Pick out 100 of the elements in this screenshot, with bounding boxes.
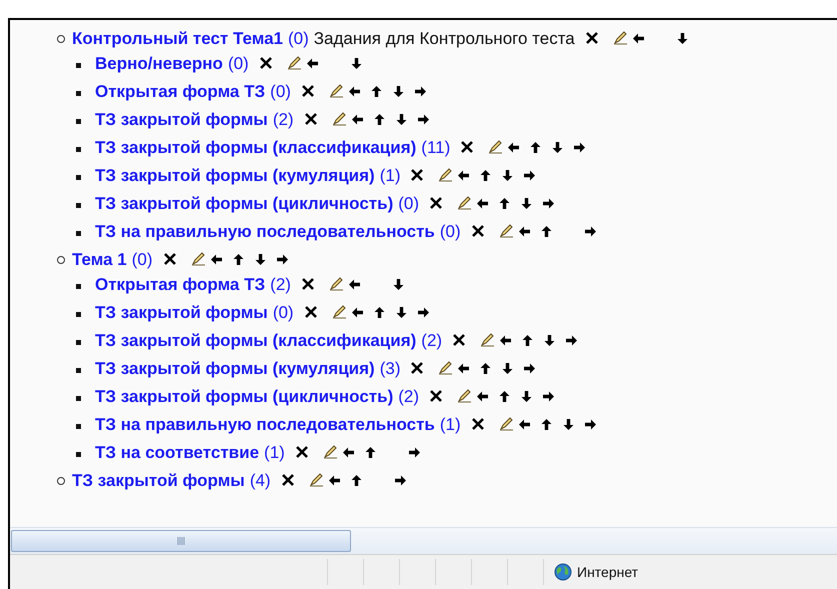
arrow-right-icon[interactable] [523,362,536,375]
cross-icon[interactable] [470,417,485,431]
topic-link[interactable]: ТЗ закрытой формы [95,303,268,322]
pencil-icon[interactable] [480,333,496,347]
pencil-icon[interactable] [612,31,628,45]
arrow-left-icon[interactable] [499,334,512,347]
arrow-left-icon[interactable] [350,306,364,319]
arrow-right-icon[interactable] [416,113,430,126]
topic-link[interactable]: ТЗ закрытой формы (цикличность) [95,194,394,213]
arrow-left-icon[interactable] [350,113,364,126]
topic-link[interactable]: Открытая форма ТЗ [95,82,266,101]
arrow-left-icon[interactable] [457,169,470,182]
topic-link[interactable]: ТЗ на правильную последовательность [95,415,435,434]
arrow-left-icon[interactable] [507,141,520,154]
arrow-left-icon[interactable] [457,362,470,375]
arrow-right-icon[interactable] [416,306,430,319]
cross-icon[interactable] [300,277,315,291]
arrow-down-icon[interactable] [501,169,514,182]
cross-icon[interactable] [584,31,599,45]
arrow-right-icon[interactable] [394,474,407,487]
arrow-left-icon[interactable] [348,278,361,291]
topic-link[interactable]: ТЗ закрытой формы (классификация) [95,331,416,350]
cross-icon[interactable] [429,196,444,210]
pencil-icon[interactable] [498,417,514,431]
arrow-left-icon[interactable] [476,390,490,403]
cross-icon[interactable] [470,224,485,238]
arrow-down-icon[interactable] [551,141,564,154]
topic-link[interactable]: ТЗ закрытой формы (классификация) [95,138,416,157]
cross-icon[interactable] [304,112,318,126]
pencil-icon[interactable] [328,277,344,291]
arrow-left-icon[interactable] [306,57,319,70]
arrow-right-icon[interactable] [276,253,289,266]
arrow-left-icon[interactable] [476,197,490,210]
cross-icon[interactable] [410,168,424,182]
arrow-left-icon[interactable] [518,418,531,431]
topic-link[interactable]: ТЗ закрытой формы [72,471,245,490]
arrow-right-icon[interactable] [584,225,597,238]
cross-icon[interactable] [452,333,466,347]
cross-icon[interactable] [410,361,424,375]
cross-icon[interactable] [304,305,318,319]
arrow-left-icon[interactable] [518,225,531,238]
arrow-up-icon[interactable] [540,225,553,238]
arrow-down-icon[interactable] [562,418,575,431]
arrow-right-icon[interactable] [542,390,556,403]
pencil-icon[interactable] [322,445,338,459]
cross-icon[interactable] [460,140,474,154]
arrow-left-icon[interactable] [348,85,361,98]
topic-link[interactable]: ТЗ закрытой формы (кумуляция) [95,359,375,378]
pencil-icon[interactable] [286,56,302,70]
cross-icon[interactable] [280,473,295,487]
topic-link[interactable]: ТЗ закрытой формы (кумуляция) [95,166,375,185]
pencil-icon[interactable] [190,252,206,266]
arrow-right-icon[interactable] [565,334,578,347]
arrow-down-icon[interactable] [254,253,267,266]
arrow-down-icon[interactable] [392,278,405,291]
arrow-right-icon[interactable] [523,169,536,182]
cross-icon[interactable] [162,252,177,266]
arrow-up-icon[interactable] [498,390,512,403]
topic-link[interactable]: Верно/неверно [95,54,223,73]
arrow-right-icon[interactable] [584,418,597,431]
arrow-down-icon[interactable] [501,362,514,375]
arrow-down-icon[interactable] [350,57,363,70]
arrow-up-icon[interactable] [350,474,363,487]
arrow-right-icon[interactable] [542,197,556,210]
arrow-down-icon[interactable] [520,197,534,210]
topic-link[interactable]: Тема 1 [72,250,127,269]
arrow-left-icon[interactable] [632,32,645,45]
arrow-up-icon[interactable] [232,253,245,266]
pencil-icon[interactable] [457,196,472,210]
arrow-up-icon[interactable] [372,306,386,319]
arrow-left-icon[interactable] [328,474,341,487]
arrow-down-icon[interactable] [676,32,689,45]
pencil-icon[interactable] [332,112,347,126]
pencil-icon[interactable] [328,84,344,98]
cross-icon[interactable] [258,56,273,70]
topic-link[interactable]: ТЗ на правильную последовательность [95,222,435,241]
cross-icon[interactable] [294,445,309,459]
arrow-up-icon[interactable] [521,334,534,347]
topic-link[interactable]: Контрольный тест Тема1 [72,29,283,48]
arrow-up-icon[interactable] [498,197,512,210]
arrow-up-icon[interactable] [372,113,386,126]
scrollbar-thumb[interactable] [11,530,351,552]
arrow-down-icon[interactable] [394,306,408,319]
arrow-up-icon[interactable] [370,85,383,98]
pencil-icon[interactable] [488,140,504,154]
arrow-right-icon[interactable] [408,446,421,459]
pencil-icon[interactable] [332,305,347,319]
arrow-up-icon[interactable] [479,169,492,182]
cross-icon[interactable] [300,84,315,98]
arrow-down-icon[interactable] [392,85,405,98]
arrow-up-icon[interactable] [479,362,492,375]
arrow-down-icon[interactable] [543,334,556,347]
arrow-right-icon[interactable] [414,85,427,98]
pencil-icon[interactable] [438,361,454,375]
cross-icon[interactable] [429,389,444,403]
pencil-icon[interactable] [438,168,454,182]
arrow-left-icon[interactable] [210,253,223,266]
pencil-icon[interactable] [498,224,514,238]
pencil-icon[interactable] [457,389,472,403]
topic-link[interactable]: ТЗ закрытой формы [95,110,268,129]
